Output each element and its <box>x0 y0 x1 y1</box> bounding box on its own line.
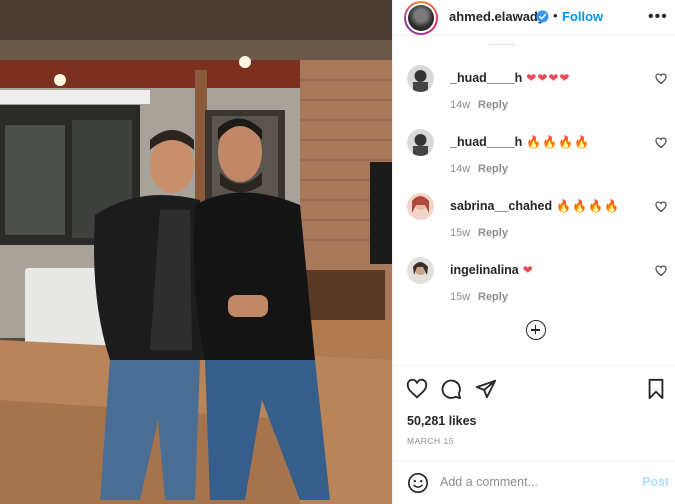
comment-like-icon[interactable] <box>655 73 667 85</box>
comment-text: 🔥🔥🔥🔥 <box>526 135 591 149</box>
reply-button[interactable]: Reply <box>478 227 508 239</box>
comment-like-icon[interactable] <box>655 137 667 149</box>
post-actions: 50,281 likes MARCH 15 <box>393 365 675 460</box>
comment-text: 🔥🔥🔥🔥 <box>556 199 620 213</box>
bookmark-icon[interactable] <box>645 378 667 400</box>
comment-icon[interactable] <box>440 378 462 400</box>
post-photo-scene <box>0 0 392 504</box>
verified-badge-icon <box>536 10 549 23</box>
commenter-username[interactable]: _huad____h ❤❤❤❤ <box>450 71 570 85</box>
reply-button[interactable]: Reply <box>478 99 508 111</box>
commenter-avatar[interactable] <box>407 193 434 220</box>
share-icon[interactable] <box>475 378 497 400</box>
comment-age: 14w <box>450 99 471 111</box>
load-more-comments-icon[interactable] <box>526 320 546 340</box>
comment-item: sabrina__chahed 🔥🔥🔥🔥 15w Reply <box>393 193 675 249</box>
comment-age: 15w <box>450 227 471 239</box>
post-photo[interactable] <box>0 0 392 504</box>
comment-item: ingelinalina ❤ 15w Reply <box>393 257 675 313</box>
reply-button[interactable]: Reply <box>478 163 508 175</box>
smiley-icon[interactable] <box>407 472 429 494</box>
comment-input[interactable] <box>440 471 630 493</box>
follow-button[interactable]: Follow <box>562 9 603 24</box>
comment-item: _huad____h ❤❤❤❤ 14w Reply <box>393 65 675 121</box>
commenter-username[interactable]: _huad____h 🔥🔥🔥🔥 <box>450 135 590 149</box>
author-username[interactable]: ahmed.elawady <box>449 9 545 24</box>
author-avatar[interactable] <box>404 1 438 35</box>
heart-icon[interactable] <box>406 378 428 400</box>
comments-list[interactable]: _huad____h ❤❤❤❤ 14w Reply _huad____h 🔥🔥🔥🔥 … <box>393 37 675 365</box>
comment-text: ❤❤❤❤ <box>526 71 571 85</box>
likes-count[interactable]: 50,281 likes <box>407 414 477 428</box>
commenter-username[interactable]: sabrina__chahed 🔥🔥🔥🔥 <box>450 199 620 213</box>
comment-like-icon[interactable] <box>655 201 667 213</box>
post-comment-button[interactable]: Post <box>642 475 669 489</box>
more-options-icon[interactable]: ••• <box>648 8 668 26</box>
reply-button[interactable]: Reply <box>478 291 508 303</box>
comment-age: 15w <box>450 291 471 303</box>
comment-item: _huad____h 🔥🔥🔥🔥 14w Reply <box>393 129 675 185</box>
commenter-avatar[interactable] <box>407 65 434 92</box>
comment-age: 14w <box>450 163 471 175</box>
commenter-avatar[interactable] <box>407 257 434 284</box>
comment-text: ❤ <box>522 263 534 277</box>
add-comment-bar: Post <box>393 460 675 504</box>
post-date[interactable]: MARCH 15 <box>407 436 454 446</box>
post-header: ahmed.elawady • Follow ••• <box>393 0 675 36</box>
post-side-panel: ahmed.elawady • Follow ••• _huad____h ❤❤❤… <box>392 0 675 504</box>
commenter-username[interactable]: ingelinalina ❤ <box>450 263 534 277</box>
header-separator: • <box>553 8 558 23</box>
commenter-avatar[interactable] <box>407 129 434 156</box>
comment-like-icon[interactable] <box>655 265 667 277</box>
scroll-hint <box>489 37 515 45</box>
